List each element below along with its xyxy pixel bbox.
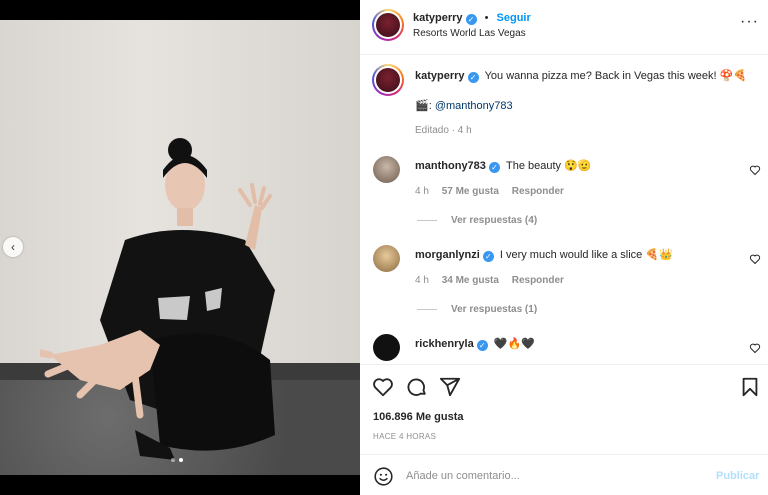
heart-icon[interactable] <box>749 342 761 354</box>
comment-text: The beauty 😲🫡 <box>505 160 592 172</box>
credit-mention[interactable]: @manthony783 <box>435 100 513 112</box>
comment-3: rickhenryla ✓ 🖤🔥🖤 <box>415 337 535 351</box>
verified-icon: ✓ <box>465 14 477 25</box>
comment-username[interactable]: rickhenryla <box>415 338 474 350</box>
caption-credit: 🎬: @manthony783 <box>415 100 513 112</box>
verified-icon: ✓ <box>488 162 500 173</box>
comment-likes[interactable]: 57 Me gusta <box>442 186 499 197</box>
comment-avatar[interactable] <box>373 245 400 272</box>
caption: katyperry ✓ You wanna pizza me? Back in V… <box>415 69 747 83</box>
view-replies-button[interactable]: Ver respuestas (4) <box>417 215 537 226</box>
publish-button[interactable]: Publicar <box>716 470 759 482</box>
comment-avatar[interactable] <box>373 156 400 183</box>
comment-likes[interactable]: 34 Me gusta <box>442 275 499 286</box>
comment-1: manthony783 ✓ The beauty 😲🫡 <box>415 159 591 173</box>
author-username[interactable]: katyperry <box>413 12 463 24</box>
carousel-dots <box>171 458 183 462</box>
follow-button[interactable]: Seguir <box>497 12 531 24</box>
post-photo[interactable]: ‹ <box>0 20 360 475</box>
verified-icon: ✓ <box>476 340 488 351</box>
comment-text: 🖤🔥🖤 <box>493 338 535 350</box>
chevron-left-icon[interactable]: ‹ <box>3 237 23 257</box>
comment-username[interactable]: morganlynzi <box>415 249 480 261</box>
more-icon[interactable]: ··· <box>740 13 759 31</box>
caption-text: You wanna pizza me? Back in Vegas this w… <box>484 70 748 82</box>
heart-icon[interactable] <box>372 376 394 398</box>
post-location[interactable]: Resorts World Las Vegas <box>413 28 526 39</box>
author-avatar[interactable] <box>372 9 404 41</box>
comment-input[interactable]: Añade un comentario... <box>406 470 520 482</box>
edited-label: Editado · 4 h <box>415 125 472 136</box>
verified-icon: ✓ <box>467 72 479 83</box>
comment-text: I very much would like a slice 🍕👑 <box>499 249 673 261</box>
comment-2: morganlynzi ✓ I very much would like a sl… <box>415 248 673 262</box>
reply-button[interactable]: Responder <box>512 186 564 197</box>
caption-username[interactable]: katyperry <box>415 70 465 82</box>
bookmark-icon[interactable] <box>739 376 761 398</box>
person-figure <box>40 138 275 460</box>
reply-button[interactable]: Responder <box>512 275 564 286</box>
comment-avatar[interactable] <box>373 334 400 361</box>
comment-icon[interactable] <box>406 376 428 398</box>
verified-icon: ✓ <box>482 251 494 262</box>
heart-icon[interactable] <box>749 253 761 265</box>
heart-icon[interactable] <box>749 164 761 176</box>
share-icon[interactable] <box>439 376 461 398</box>
likes-count[interactable]: 106.896 Me gusta <box>373 411 464 423</box>
comment-username[interactable]: manthony783 <box>415 160 486 172</box>
post-sidebar: katyperry ✓ • Seguir Resorts World Las Ve… <box>360 0 768 495</box>
post-media: ‹ <box>0 0 360 495</box>
caption-avatar[interactable] <box>372 64 404 96</box>
view-replies-button[interactable]: Ver respuestas (1) <box>417 304 537 315</box>
post-timestamp[interactable]: HACE 4 HORAS <box>373 432 436 441</box>
emoji-icon[interactable] <box>373 466 394 487</box>
